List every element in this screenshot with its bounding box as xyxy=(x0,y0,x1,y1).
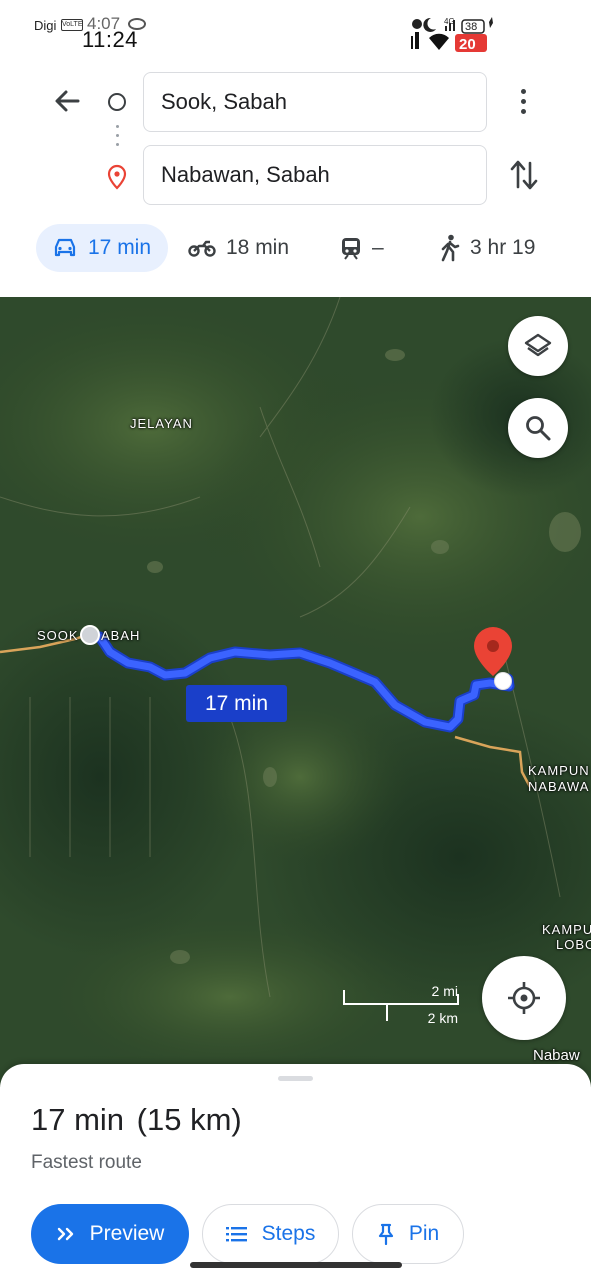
home-indicator[interactable] xyxy=(190,1262,402,1268)
pin-label: Pin xyxy=(408,1222,440,1245)
crosshair-icon xyxy=(508,982,540,1014)
volte-icon: VoLTE xyxy=(61,19,83,31)
status-icons: 4G 38 20 xyxy=(411,17,493,53)
steps-button[interactable]: Steps xyxy=(202,1204,339,1264)
car-icon xyxy=(54,238,76,257)
origin-dot-icon xyxy=(108,93,126,111)
walk-icon xyxy=(441,234,460,262)
my-location-button[interactable] xyxy=(482,956,566,1040)
carrier-label: Digi xyxy=(34,18,57,33)
destination-input[interactable]: Nabawan, Sabah xyxy=(143,145,487,205)
signal-icon xyxy=(411,32,419,49)
destination-point xyxy=(494,672,512,690)
preview-button[interactable]: Preview xyxy=(31,1204,189,1264)
origin-input[interactable]: Sook, Sabah xyxy=(143,72,487,132)
route-summary: 17 min (15 km) xyxy=(31,1102,242,1138)
motorcycle-duration: 18 min xyxy=(226,236,290,259)
clock: 11:24 xyxy=(82,27,138,52)
mode-tab-walk[interactable]: 3 hr 19 xyxy=(440,224,535,272)
place-label-lobo: LOBO xyxy=(556,937,591,952)
battery-level: 38 xyxy=(465,21,477,33)
place-label-sabah: ABAH xyxy=(101,628,141,643)
place-label-nabawan-village: NABAWA xyxy=(528,779,590,794)
moon-icon xyxy=(423,17,436,32)
pushpin-icon xyxy=(378,1223,393,1245)
mode-tab-drive[interactable]: 17 min xyxy=(36,224,168,272)
origin-marker xyxy=(80,625,100,645)
wifi-icon xyxy=(429,33,449,50)
double-chevron-icon xyxy=(57,1227,73,1241)
alarm-icon xyxy=(412,19,422,29)
mode-tab-transit[interactable]: – xyxy=(340,224,384,272)
scale-km: 2 km xyxy=(427,1010,458,1026)
route-connector-dots xyxy=(116,125,119,151)
back-arrow-icon[interactable] xyxy=(50,84,84,118)
place-label-kampung-lobo: KAMPU xyxy=(542,922,591,937)
place-label-nabawan: Nabaw xyxy=(533,1047,580,1064)
pin-button[interactable]: Pin xyxy=(352,1204,464,1264)
scale-labels: 2 mi 2 km xyxy=(342,983,462,1026)
more-options-icon[interactable] xyxy=(519,89,527,117)
scale-miles: 2 mi xyxy=(431,983,458,999)
place-label-kampung: KAMPUN xyxy=(528,763,590,778)
route-type: Fastest route xyxy=(31,1152,142,1173)
preview-label: Preview xyxy=(89,1222,165,1245)
transit-duration: – xyxy=(372,236,384,259)
drive-duration: 17 min xyxy=(88,236,152,259)
layers-icon xyxy=(524,333,552,357)
search-icon xyxy=(526,416,551,441)
destination-pin-icon xyxy=(107,164,127,190)
layers-button[interactable] xyxy=(508,316,568,376)
leaf-icon xyxy=(489,17,493,28)
motorcycle-icon xyxy=(188,240,216,257)
train-icon xyxy=(342,238,360,260)
mode-tab-motorcycle[interactable]: 18 min xyxy=(188,224,289,272)
status-bar: Digi VoLTE 4:07 11:24 4G 38 20 xyxy=(0,0,591,58)
map-view[interactable]: JELAYAN SOOK ABAH KAMPUN NABAWA KAMPU LO… xyxy=(0,297,591,1087)
steps-label: Steps xyxy=(261,1222,316,1245)
drag-handle[interactable] xyxy=(278,1076,313,1081)
walk-duration: 3 hr 19 xyxy=(470,236,536,259)
route-duration-badge[interactable]: 17 min xyxy=(186,685,287,722)
place-label-sook: SOOK xyxy=(37,628,79,643)
route-duration: 17 min xyxy=(31,1102,125,1137)
route-bottom-sheet[interactable]: 17 min (15 km) Fastest route Preview Ste… xyxy=(0,1064,591,1280)
list-icon xyxy=(225,1227,247,1242)
search-along-route-button[interactable] xyxy=(508,398,568,458)
notification-count: 20 xyxy=(459,36,476,53)
swap-icon[interactable] xyxy=(508,157,540,193)
route-distance: (15 km) xyxy=(136,1102,242,1137)
place-label-jelayan: JELAYAN xyxy=(130,416,193,431)
